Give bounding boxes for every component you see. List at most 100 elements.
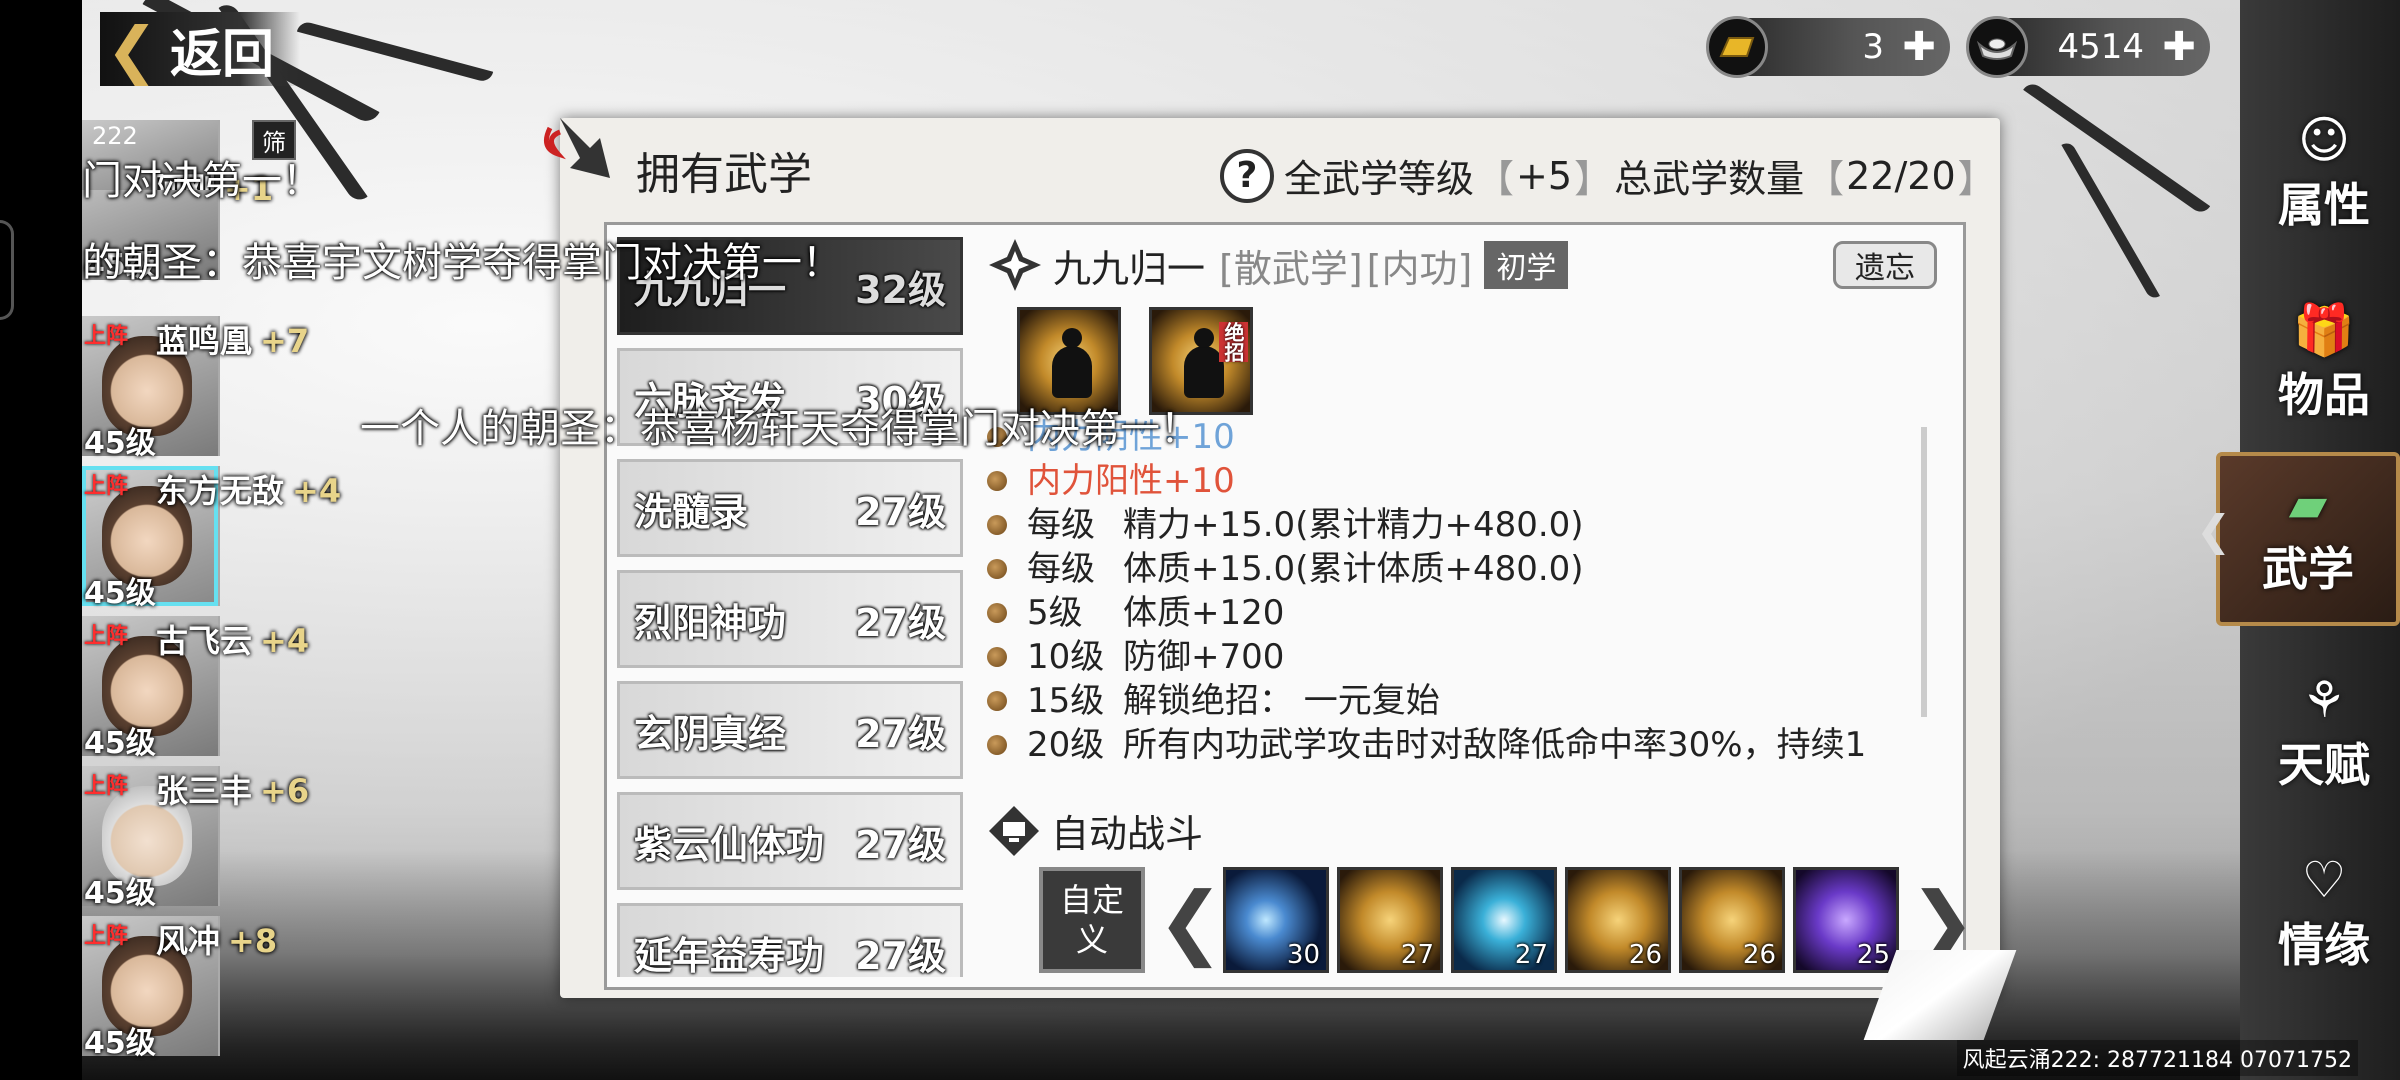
skill-level: 27级 (855, 600, 946, 645)
back-button[interactable]: ❮ 返回 (100, 12, 300, 86)
player-id-watermark: 风起云涌222: 287721184 07071752 (1956, 1040, 2358, 1076)
battle-skill-slot[interactable]: 25 (1793, 867, 1899, 973)
hero-name: 东方无敌 +4 (156, 472, 342, 510)
property-row: 20级所有内功武学攻击时对敌降低命中率30%，持续1回合 (987, 723, 1917, 765)
bullet-icon (987, 735, 1007, 755)
broadcast-message: 一个人的朝圣：恭喜杨轩天夺得掌门对决第一！ (360, 406, 1200, 452)
bracket: 【 (1806, 157, 1845, 201)
hero-card[interactable]: 上阵 张三丰 +6 45级 (82, 766, 309, 911)
skill-header: 九九归一 [散武学] [内功] 初学 (987, 237, 1569, 293)
nav-label: 物品 (2278, 368, 2370, 422)
slot-level: 26 (1742, 940, 1776, 970)
monitor-icon (989, 805, 1039, 856)
battle-skill-slot[interactable]: 26 (1565, 867, 1671, 973)
nav-bonds[interactable]: ♡ 情缘 (2248, 840, 2400, 990)
screen-left-edge (0, 0, 82, 1080)
skill-detail-name: 九九归一 (1053, 246, 1206, 291)
gold-currency: 3 ✚ (1706, 16, 1950, 78)
bullet-icon (987, 691, 1007, 711)
gift-icon: 🎁 (2292, 301, 2356, 359)
skill-item[interactable]: 延年益寿功 27级 (617, 903, 963, 977)
skill-name: 紫云仙体功 (634, 822, 825, 867)
bracket: 【 (1476, 157, 1515, 201)
nav-talent[interactable]: ⚘ 天赋 (2248, 660, 2400, 810)
hero-card-selected[interactable]: 上阵 东方无敌 +4 45级 (82, 466, 341, 611)
customize-button[interactable]: 自定义 (1039, 867, 1145, 973)
hero-level: 45级 (84, 726, 156, 761)
hero-level: 45级 (84, 576, 156, 611)
battle-skill-slot[interactable]: 27 (1337, 867, 1443, 973)
deployed-tag: 上阵 (84, 474, 129, 499)
hero-name: 蓝鸣凰 +7 (156, 322, 310, 360)
battle-skill-slot[interactable]: 30 (1223, 867, 1329, 973)
bamboo-decoration (296, 20, 494, 84)
customize-label: 自定义 (1059, 881, 1124, 959)
bullet-icon (987, 603, 1007, 623)
dart-emblem-icon (543, 118, 610, 178)
stats-bar: ? 全武学等级 【 +5 】 总武学数量 【 22/20 】 (1220, 148, 1998, 203)
nav-items[interactable]: 🎁 物品 (2248, 290, 2400, 440)
skill-item[interactable]: 烈阳神功 27级 (617, 570, 963, 668)
broadcast-message: 的朝圣：恭喜宇文树学夺得掌门对决第一！ (82, 240, 842, 286)
hero-card[interactable]: 上阵 古飞云 +4 45级 (82, 616, 309, 761)
heart-icon: ♡ (2301, 851, 2347, 909)
skill-item[interactable]: 玄阴真经 27级 (617, 681, 963, 779)
skill-detail: 九九归一 [散武学] [内功] 初学 遗忘 绝招 内力阴性+10 内力阳性+10… (987, 237, 1976, 977)
property-row: 内力阳性+10 (987, 459, 1917, 503)
help-icon[interactable]: ? (1220, 148, 1274, 203)
property-row: 15级 解锁绝招： 一元复始 (987, 679, 1917, 723)
nav-attributes[interactable]: ☺ 属性 (2248, 100, 2400, 250)
property-value: 防御+700 (1123, 637, 1285, 677)
skill-item[interactable]: 洗髓录 27级 (617, 459, 963, 557)
slot-level: 26 (1628, 940, 1662, 970)
skill-item[interactable]: 紫云仙体功 27级 (617, 792, 963, 890)
property-row: 5级 体质+120 (987, 591, 1917, 635)
prev-arrow-icon[interactable]: ❮ (1157, 877, 1224, 967)
property-value: 内力阳性+10 (1027, 461, 1235, 501)
skill-name: 洗髓录 (634, 489, 749, 534)
forget-button[interactable]: 遗忘 (1833, 241, 1937, 289)
right-nav: ☺ 属性 🎁 物品 ▰ 武学 ❮ ⚘ 天赋 ♡ 情缘 (2196, 0, 2400, 1080)
hero-card[interactable]: 上阵 风冲 +8 45级 (82, 916, 277, 1061)
nav-label: 属性 (2278, 178, 2370, 232)
hero-card[interactable]: 上阵 蓝鸣凰 +7 45级 (82, 316, 309, 461)
compass-icon (989, 239, 1041, 291)
gold-ingot-icon (1706, 16, 1768, 78)
add-gold-icon[interactable]: ✚ (1896, 24, 1942, 70)
bamboo-decoration (2023, 80, 2211, 217)
skill-level: 27级 (855, 933, 946, 978)
bullet-icon (987, 515, 1007, 535)
silver-currency: 4514 ✚ (1966, 16, 2210, 78)
total-label: 总武学数量 (1614, 157, 1805, 201)
nav-martial-arts[interactable]: ▰ 武学 (2216, 452, 2400, 626)
property-key: 20级 (1027, 725, 1105, 765)
meditating-figure-icon (1184, 328, 1224, 398)
back-label: 返回 (169, 24, 274, 85)
skill-properties[interactable]: 内力阴性+10 内力阳性+10 每级 精力+15.0(累计精力+480.0) 每级… (987, 415, 1917, 765)
hero-name: 风冲 +8 (156, 922, 278, 960)
skill-level: 27级 (855, 711, 946, 756)
slot-level: 27 (1514, 940, 1548, 970)
edge-notch (0, 220, 14, 320)
nav-label: 情缘 (2278, 918, 2370, 972)
bullet-icon (987, 647, 1007, 667)
roster-count: 222 (92, 122, 138, 150)
skill-name: 延年益寿功 (634, 933, 825, 978)
battle-skill-slot[interactable]: 26 (1679, 867, 1785, 973)
bracket: 】 (1574, 157, 1613, 201)
face-icon: ☺ (2297, 111, 2351, 169)
book-icon: ▰ (2288, 475, 2328, 533)
deployed-tag: 上阵 (84, 774, 129, 799)
skill-level: 27级 (855, 822, 946, 867)
nav-label: 武学 (2262, 542, 2354, 596)
property-value: 体质+120 (1123, 593, 1285, 633)
battle-skill-slot[interactable]: 27 (1451, 867, 1557, 973)
properties-scrollbar[interactable] (1921, 427, 1927, 717)
property-row: 10级 防御+700 (987, 635, 1917, 679)
add-silver-icon[interactable]: ✚ (2156, 24, 2202, 70)
property-value: 精力+15.0(累计精力+480.0) (1123, 505, 1584, 545)
property-value: 体质+15.0(累计体质+480.0) (1123, 549, 1584, 589)
skill-list[interactable]: 九九归一 32级 六脉齐发 30级 洗髓录 27级 烈阳神功 27级 玄阴真经 27级 紫… (617, 237, 963, 977)
all-level-label: 全武学等级 (1284, 157, 1475, 201)
auto-battle-header: 自动战斗 (987, 803, 1203, 858)
